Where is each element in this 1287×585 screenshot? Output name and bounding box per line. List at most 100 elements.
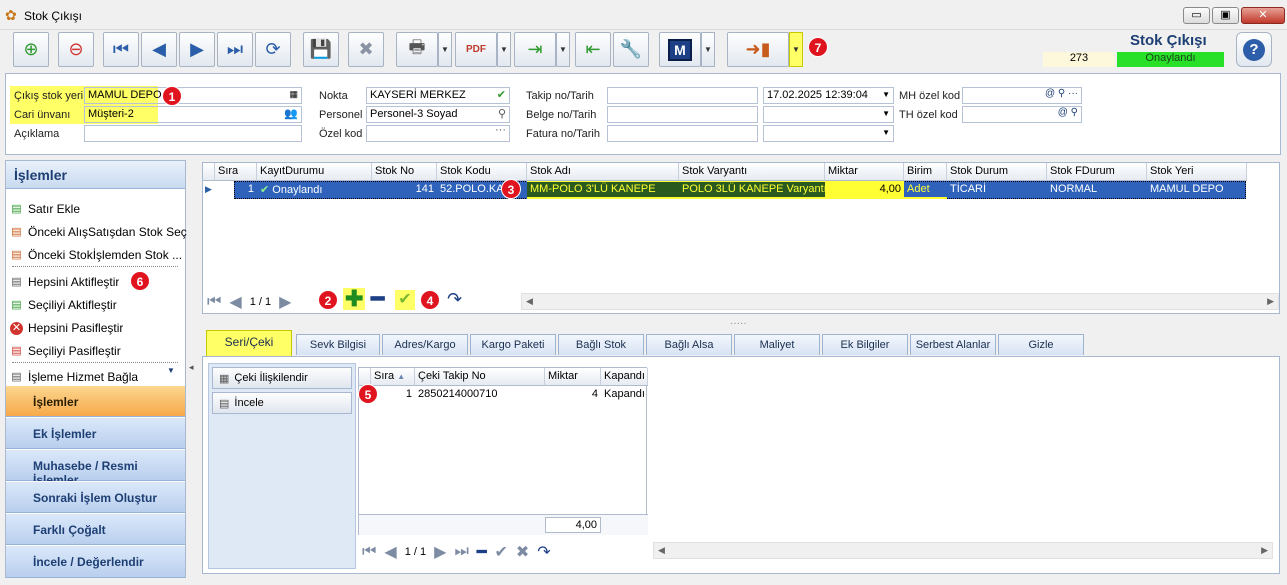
- aciklama-field[interactable]: [84, 125, 302, 142]
- print-button[interactable]: 🖶: [396, 32, 438, 67]
- nav-islemler[interactable]: İşlemler: [6, 385, 185, 417]
- mh-ozel-kod-field[interactable]: @ ⚲ ···: [962, 87, 1082, 104]
- col-stok-kodu[interactable]: Stok Kodu: [437, 163, 527, 181]
- personel-field[interactable]: Personel-3 Soyad ⚲: [366, 106, 510, 123]
- prev-page-icon[interactable]: ◀: [384, 542, 396, 562]
- action-onceki-alissatis[interactable]: ▤ Önceki AlışSatışdan Stok Seç: [10, 222, 186, 242]
- th-ozel-kod-field[interactable]: @ ⚲: [962, 106, 1082, 123]
- action-hepsini-pasiflestir[interactable]: ✕ Hepsini Pasifleştir: [10, 318, 123, 338]
- pdf-export-button[interactable]: PDF: [455, 32, 497, 67]
- restore-button[interactable]: ▣: [1212, 7, 1239, 24]
- action-seciliyi-aktiflestir[interactable]: ▤ Seçiliyi Aktifleştir: [10, 295, 116, 315]
- takip-no-field[interactable]: [607, 87, 758, 104]
- col-stok-fdurum[interactable]: Stok FDurum: [1047, 163, 1147, 181]
- tab-sevk-bilgisi[interactable]: Sevk Bilgisi: [296, 334, 380, 355]
- tab-serbest-alanlar[interactable]: Serbest Alanlar: [910, 334, 996, 355]
- m-dropdown[interactable]: ▼: [701, 32, 715, 67]
- action-hepsini-aktiflestir[interactable]: ▤ Hepsini Aktifleştir: [10, 272, 119, 292]
- incele-button[interactable]: ▤ İncele: [212, 392, 352, 414]
- col-sira[interactable]: Sıra ▲: [371, 368, 415, 386]
- cancel-row-icon[interactable]: ✖: [516, 542, 529, 562]
- fatura-date-field[interactable]: ▼: [763, 125, 894, 142]
- nav-sonraki-islem[interactable]: Sonraki İşlem Oluştur: [6, 481, 185, 513]
- print-dropdown[interactable]: ▼: [438, 32, 452, 67]
- undo-icon[interactable]: ↷: [447, 290, 462, 308]
- export-button[interactable]: ⇥: [514, 32, 556, 67]
- close-button[interactable]: ✕: [1241, 7, 1285, 24]
- tab-maliyet[interactable]: Maliyet: [734, 334, 820, 355]
- tab-adres-kargo[interactable]: Adres/Kargo: [382, 334, 468, 355]
- nav-ek-islemler[interactable]: Ek İşlemler: [6, 417, 185, 449]
- exit-dropdown[interactable]: ▼: [789, 32, 803, 67]
- col-stok-yeri[interactable]: Stok Yeri: [1147, 163, 1247, 181]
- undo-icon[interactable]: ↷: [537, 542, 550, 562]
- tab-seri-ceki[interactable]: Seri/Çeki: [206, 330, 292, 356]
- col-kayit-durumu[interactable]: KayıtDurumu: [257, 163, 372, 181]
- col-stok-durum[interactable]: Stok Durum: [947, 163, 1047, 181]
- export-dropdown[interactable]: ▼: [556, 32, 570, 67]
- scroll-down-icon[interactable]: ▼: [167, 366, 175, 375]
- col-birim[interactable]: Birim: [904, 163, 947, 181]
- tab-bagli-alsa[interactable]: Bağlı Alsa: [646, 334, 732, 355]
- grid-hscrollbar[interactable]: ◀ ▶: [521, 293, 1279, 310]
- exit-button[interactable]: ➜▮: [727, 32, 789, 67]
- col-ceki-takip-no[interactable]: Çeki Takip No: [415, 368, 545, 386]
- col-miktar[interactable]: Miktar: [825, 163, 904, 181]
- next-page-icon[interactable]: ▶: [279, 292, 291, 312]
- action-seciliyi-pasiflestir[interactable]: ▤ Seçiliyi Pasifleştir: [10, 341, 120, 361]
- prev-page-icon[interactable]: ◀: [229, 292, 241, 312]
- col-stok-adi[interactable]: Stok Adı: [527, 163, 679, 181]
- remove-row-icon[interactable]: ━: [371, 288, 384, 310]
- nav-incele[interactable]: İncele / Değerlendir: [6, 545, 185, 578]
- col-miktar[interactable]: Miktar: [545, 368, 601, 386]
- confirm-row-icon[interactable]: ✔: [494, 542, 507, 562]
- refresh-button[interactable]: ⟳: [255, 32, 291, 67]
- action-satir-ekle[interactable]: ▤ Satır Ekle: [10, 199, 80, 219]
- confirm-row-icon[interactable]: ✔: [395, 290, 415, 310]
- tab-ek-bilgiler[interactable]: Ek Bilgiler: [822, 334, 908, 355]
- col-sira[interactable]: Sıra: [215, 163, 257, 181]
- action-hizmet-bagla[interactable]: ▤ İşleme Hizmet Bağla: [10, 367, 138, 387]
- tab-kargo-paketi[interactable]: Kargo Paketi: [470, 334, 556, 355]
- last-page-icon[interactable]: ⏭: [454, 543, 468, 561]
- ceki-hscrollbar[interactable]: ◀ ▶: [653, 542, 1273, 559]
- last-record-button[interactable]: ⏭: [217, 32, 253, 67]
- ozel-kod-field[interactable]: ···: [366, 125, 510, 142]
- first-page-icon[interactable]: ⏮: [362, 543, 376, 561]
- minimize-button[interactable]: ▭: [1183, 7, 1210, 24]
- first-page-icon[interactable]: ⏮: [207, 293, 221, 311]
- first-record-button[interactable]: ⏮: [103, 32, 139, 67]
- fatura-no-field[interactable]: [607, 125, 758, 142]
- next-record-button[interactable]: ▶: [179, 32, 215, 67]
- splitter-handle[interactable]: ·····: [730, 318, 747, 329]
- col-stok-no[interactable]: Stok No: [372, 163, 437, 181]
- nokta-field[interactable]: KAYSERİ MERKEZ ✔: [366, 87, 510, 104]
- cikis-stok-yeri-field[interactable]: MAMUL DEPO ▦: [84, 87, 302, 104]
- collapse-panel-icon[interactable]: ◂: [189, 362, 194, 373]
- import-button[interactable]: ⇤: [575, 32, 611, 67]
- nav-muhasebe[interactable]: Muhasebe / Resmi İşlemler: [6, 449, 185, 487]
- next-page-icon[interactable]: ▶: [434, 542, 446, 562]
- col-stok-varyanti[interactable]: Stok Varyantı: [679, 163, 825, 181]
- action-onceki-stokislem[interactable]: ▤ Önceki Stokİşlemden Stok ...: [10, 245, 182, 265]
- col-kapandi[interactable]: Kapandı: [601, 368, 648, 386]
- ceki-iliskilendir-button[interactable]: ▦ Çeki İlişkilendir: [212, 367, 352, 389]
- takip-date-field[interactable]: 17.02.2025 12:39:04 ▼: [763, 87, 894, 104]
- add-row-icon[interactable]: ✚: [343, 288, 366, 310]
- pdf-dropdown[interactable]: ▼: [497, 32, 511, 67]
- belge-no-field[interactable]: [607, 106, 758, 123]
- tools-button[interactable]: 🔧: [613, 32, 649, 67]
- cari-unvani-field[interactable]: Müşteri-2 👥: [84, 106, 302, 123]
- tab-gizle[interactable]: Gizle: [998, 334, 1084, 355]
- m-button[interactable]: M: [659, 32, 701, 67]
- new-document-button[interactable]: ⊕: [13, 32, 49, 67]
- delete-document-button[interactable]: ⊖: [58, 32, 94, 67]
- save-cancel-button[interactable]: ✖: [348, 32, 384, 67]
- help-button[interactable]: ?: [1236, 32, 1272, 67]
- nav-farkli-cogalt[interactable]: Farklı Çoğalt: [6, 513, 185, 545]
- belge-date-field[interactable]: ▼: [763, 106, 894, 123]
- save-button[interactable]: 💾: [303, 32, 339, 67]
- prev-record-button[interactable]: ◀: [141, 32, 177, 67]
- tab-bagli-stok[interactable]: Bağlı Stok: [558, 334, 644, 355]
- remove-row-icon[interactable]: ━: [477, 542, 487, 562]
